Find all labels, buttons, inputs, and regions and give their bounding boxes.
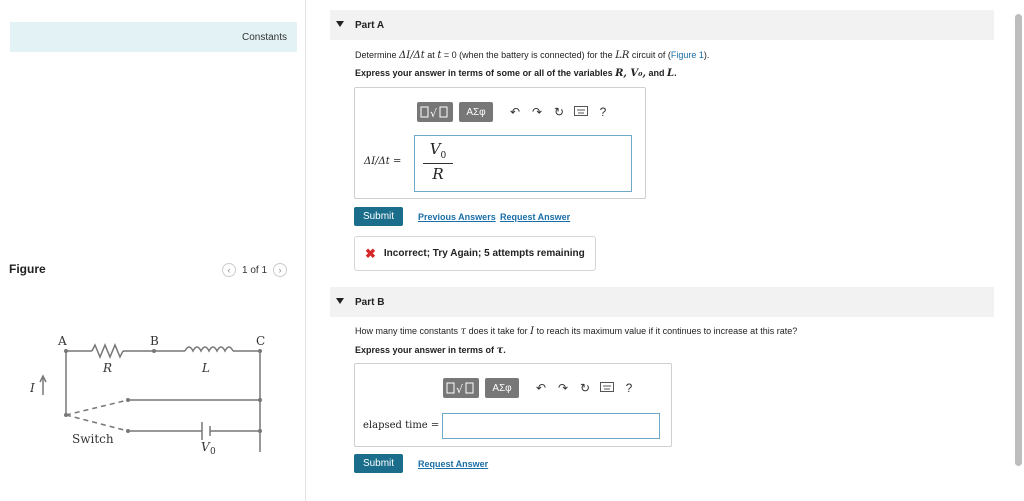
constants-link[interactable]: Constants — [242, 32, 287, 43]
part-a-answer-field[interactable]: V0 R — [414, 135, 632, 192]
part-a-answer-box: √ ΑΣφ ↶ ↷ ↻ ? ΔI/Δt = V0 R — [354, 87, 646, 199]
node-c-label: C — [256, 334, 265, 348]
undo-icon[interactable]: ↶ — [507, 105, 523, 119]
scrollbar-thumb[interactable] — [1015, 14, 1022, 466]
fraction: V0 R — [423, 140, 453, 183]
part-b-request-answer-link[interactable]: Request Answer — [418, 459, 488, 469]
fraction-numerator: V0 — [429, 140, 447, 161]
part-b-toolbar: √ ΑΣφ ↶ ↷ ↻ ? — [443, 378, 637, 398]
undo-icon[interactable]: ↶ — [533, 381, 549, 395]
feedback-box: ✖ Incorrect; Try Again; 5 attempts remai… — [354, 236, 596, 271]
template-icon[interactable]: √ — [417, 102, 453, 122]
greek-symbols-button[interactable]: ΑΣφ — [459, 102, 493, 122]
part-b-answer-box: √ ΑΣφ ↶ ↷ ↻ ? elapsed time = — [354, 363, 672, 447]
pager-text: 1 of 1 — [242, 264, 268, 276]
redo-icon[interactable]: ↷ — [529, 105, 545, 119]
previous-answers-link[interactable]: Previous Answers — [418, 212, 496, 222]
collapse-triangle-icon — [336, 298, 344, 304]
figure-pager: ‹ 1 of 1 › — [222, 263, 288, 277]
redo-icon[interactable]: ↷ — [555, 381, 571, 395]
greek-symbols-button[interactable]: ΑΣφ — [485, 378, 519, 398]
part-b-answer-field[interactable] — [442, 413, 660, 439]
part-a-request-answer-link[interactable]: Request Answer — [500, 212, 570, 222]
constants-bar: Constants — [10, 22, 297, 52]
reset-icon[interactable]: ↻ — [577, 381, 593, 395]
switch-label: Switch — [72, 432, 114, 446]
resistor-label: R — [102, 361, 112, 375]
part-b-instructions: Express your answer in terms of τ. — [355, 345, 506, 356]
battery-subscript: 0 — [210, 447, 216, 457]
part-a-toolbar: √ ΑΣφ ↶ ↷ ↻ ? — [417, 102, 611, 122]
part-b-answer-label: elapsed time = — [363, 420, 440, 431]
next-figure-icon[interactable]: › — [273, 263, 288, 277]
part-a-question: Determine ΔI/Δt at t = 0 (when the batte… — [355, 50, 710, 61]
part-a-answer-label: ΔI/Δt = — [364, 156, 402, 167]
svg-text:√: √ — [430, 107, 438, 119]
node-b-label: B — [150, 334, 159, 348]
part-b-header[interactable]: Part B — [330, 287, 994, 317]
incorrect-x-icon: ✖ — [365, 245, 376, 261]
help-icon[interactable]: ? — [595, 105, 611, 119]
panel-divider — [305, 0, 306, 501]
feedback-text: Incorrect; Try Again; 5 attempts remaini… — [383, 248, 585, 259]
part-b-submit-button[interactable]: Submit — [354, 454, 403, 473]
reset-icon[interactable]: ↻ — [551, 105, 567, 119]
circuit-diagram: A B C R L I Switch V 0 — [30, 334, 265, 457]
template-icon[interactable]: √ — [443, 378, 479, 398]
inductor-label: L — [201, 361, 210, 375]
keyboard-icon[interactable] — [573, 105, 589, 119]
part-b-question: How many time constants τ does it take f… — [355, 326, 798, 337]
prev-figure-icon[interactable]: ‹ — [222, 263, 236, 277]
current-label: I — [30, 381, 35, 395]
part-a-instructions: Express your answer in terms of some or … — [355, 68, 677, 79]
svg-text:√: √ — [456, 383, 464, 395]
fraction-bar — [423, 163, 453, 164]
figure-label: Figure — [9, 262, 46, 276]
part-b-title: Part B — [355, 297, 385, 308]
part-a-title: Part A — [355, 20, 385, 31]
node-a-label: A — [57, 334, 67, 348]
part-a-submit-button[interactable]: Submit — [354, 207, 403, 226]
part-a-header[interactable]: Part A — [330, 10, 994, 40]
collapse-triangle-icon — [336, 21, 344, 27]
help-icon[interactable]: ? — [621, 381, 637, 395]
keyboard-icon[interactable] — [599, 381, 615, 395]
figure-link[interactable]: Figure 1 — [671, 50, 704, 60]
fraction-denominator: R — [432, 165, 444, 183]
